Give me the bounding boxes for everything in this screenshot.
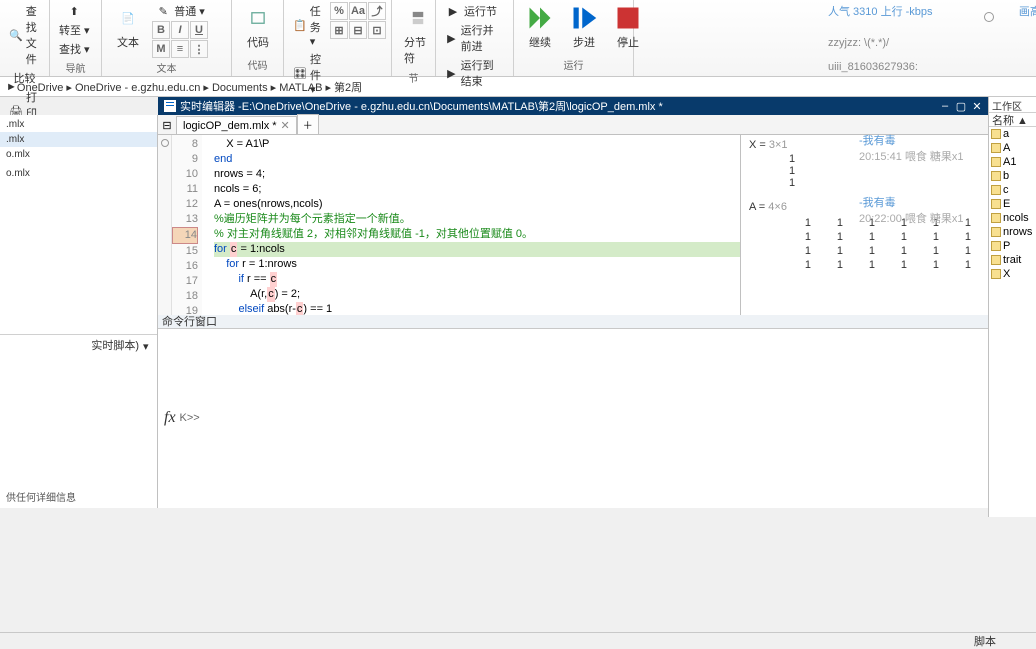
file-item[interactable]: o.mlx (0, 166, 157, 181)
ribbon-group-code: 代码 (238, 55, 277, 74)
stop-icon (614, 4, 642, 32)
workspace-var[interactable]: E (989, 197, 1036, 211)
var-icon (991, 213, 1001, 223)
play-section-icon: ▶ (445, 3, 461, 19)
arrow-up-button[interactable]: ⬆ (63, 2, 85, 20)
new-tab-button[interactable]: ＋ (297, 114, 319, 134)
goto-button[interactable]: 转至 ▾ (56, 21, 93, 39)
code-text[interactable]: X = A1\Pendnrows = 4;ncols = 6;A = ones(… (202, 135, 740, 315)
style-icon: ✎ (155, 3, 171, 19)
document-icon (164, 100, 176, 112)
find-button[interactable]: 查找 ▾ (56, 40, 93, 58)
ribbon-group-section: 节 (398, 68, 429, 87)
output-body[interactable]: X = 3×1111A = 4×611111111111111111111111… (741, 135, 1014, 315)
task-icon: 📋 (293, 18, 307, 34)
var-icon (991, 227, 1001, 237)
insert-grid[interactable]: %Aa⤴ ⊞⊟⊡ (330, 2, 386, 39)
titlebar-prefix: 实时编辑器 - (180, 98, 242, 114)
format-grid[interactable]: BIU M≡⋮ (152, 21, 208, 58)
ribbon-group-nav: 导航 (56, 58, 95, 77)
section-run-icon[interactable] (161, 139, 169, 147)
normal-style-button[interactable]: ✎普通 ▾ (152, 2, 208, 20)
var-icon (991, 241, 1001, 251)
statusbar: 脚本 (0, 632, 1036, 648)
arrow-up-icon: ⬆ (66, 3, 82, 19)
code-button[interactable]: 代码 (238, 2, 278, 52)
file-type-filter[interactable]: 实时脚本) ▾ (0, 334, 157, 355)
file-item[interactable]: .mlx (0, 132, 157, 147)
line-number-gutter: 89101112131415161718192021222324252627 (172, 135, 202, 315)
workspace-var[interactable]: b (989, 169, 1036, 183)
workspace-var[interactable]: A (989, 141, 1036, 155)
var-icon (991, 143, 1001, 153)
breadcrumb[interactable]: ► OneDrive ▸ OneDrive - e.gzhu.edu.cn ▸ … (0, 77, 1036, 97)
file-item[interactable]: .mlx (0, 117, 157, 132)
breadcrumb-fold-icon[interactable]: ► (6, 81, 17, 93)
fx-icon[interactable]: fx (164, 409, 176, 427)
workspace-column-header[interactable]: 名称 ▲ (989, 113, 1036, 127)
current-folder-pane: .mlx.mlxo.mlxo.mlx 实时脚本) ▾ 供任何详细信息 (0, 115, 158, 508)
step-button[interactable]: 步进 (564, 2, 604, 52)
ribbon: 🔍查找文件 比较 🖨打印 ▾ ⬆ 转至 ▾ 查找 ▾ 导航 📄文本 ✎普通 ▾ … (0, 0, 1036, 77)
collapse-tabs-button[interactable]: ⊟ (160, 118, 174, 132)
var-icon (991, 185, 1001, 195)
stop-button[interactable]: 停止 (608, 2, 648, 52)
workspace-var[interactable]: A1 (989, 155, 1036, 169)
find-files-button[interactable]: 🔍查找文件 (6, 2, 43, 68)
section-gutter[interactable] (158, 135, 172, 315)
workspace-pane: 工作区 名称 ▲ aAA1bcEncolsnrowsPtraitX (988, 97, 1036, 517)
section-break-button[interactable]: 分节符 (398, 2, 438, 68)
titlebar-path: E:\OneDrive\OneDrive - e.gzhu.edu.cn\Doc… (242, 98, 663, 114)
workspace-var[interactable]: X (989, 267, 1036, 281)
ribbon-group-runsec (442, 90, 507, 94)
file-item[interactable]: o.mlx (0, 147, 157, 162)
run-to-end-button[interactable]: ▶运行到结束 (442, 56, 507, 90)
text-icon: 📄 (114, 4, 142, 32)
details-placeholder: 供任何详细信息 (0, 485, 157, 508)
chevron-down-icon: ▾ (143, 340, 153, 350)
task-button[interactable]: 📋任务 ▾ (290, 2, 326, 49)
var-icon (991, 269, 1001, 279)
continue-icon (526, 4, 554, 32)
ribbon-group-run: 运行 (520, 55, 627, 74)
var-icon (991, 199, 1001, 209)
ribbon-group-text: 文本 (108, 58, 225, 77)
workspace-var[interactable]: nrows (989, 225, 1036, 239)
file-list[interactable]: .mlx.mlxo.mlxo.mlx (0, 115, 157, 334)
minimize-button[interactable]: ‒ (938, 99, 952, 113)
workspace-var[interactable]: ncols (989, 211, 1036, 225)
maximize-button[interactable]: ▢ (954, 99, 968, 113)
continue-button[interactable]: 继续 (520, 2, 560, 52)
var-icon (991, 129, 1001, 139)
play-end-icon: ▶ (445, 65, 458, 81)
play-advance-icon: ▶ (445, 30, 458, 46)
tab-bar: ⊟ logicOP_dem.mlx * ✕ ＋ (158, 115, 1036, 135)
code-area[interactable]: 89101112131415161718192021222324252627 X… (158, 135, 1036, 315)
workspace-var[interactable]: a (989, 127, 1036, 141)
command-window[interactable]: fx K>> (158, 329, 1036, 509)
workspace-var[interactable]: trait (989, 253, 1036, 267)
editor-titlebar: 实时编辑器 - E:\OneDrive\OneDrive - e.gzhu.ed… (158, 97, 988, 115)
run-section-button[interactable]: ▶运行节 (442, 2, 500, 20)
var-icon (991, 255, 1001, 265)
command-prompt: K>> (180, 412, 200, 424)
command-window-title[interactable]: 命令行窗口 ⊙ (158, 315, 1036, 329)
workspace-list[interactable]: aAA1bcEncolsnrowsPtraitX (989, 127, 1036, 281)
run-advance-button[interactable]: ▶运行并前进 (442, 21, 507, 55)
tab-active[interactable]: logicOP_dem.mlx * ✕ (176, 116, 297, 134)
workspace-var[interactable]: c (989, 183, 1036, 197)
close-button[interactable]: ✕ (970, 99, 984, 113)
var-icon (991, 157, 1001, 167)
var-icon (991, 171, 1001, 181)
step-icon (570, 4, 598, 32)
code-icon (244, 4, 272, 32)
breadcrumb-body[interactable]: OneDrive ▸ OneDrive - e.gzhu.edu.cn ▸ Do… (17, 79, 362, 95)
workspace-var[interactable]: P (989, 239, 1036, 253)
find-files-icon: 🔍 (9, 27, 23, 43)
section-icon (404, 4, 432, 32)
tab-close-icon[interactable]: ✕ (281, 119, 290, 132)
tab-label: logicOP_dem.mlx * (183, 120, 277, 132)
text-button[interactable]: 📄文本 (108, 2, 148, 52)
editor-pane: ⊟ logicOP_dem.mlx * ✕ ＋ 8910111213141516… (158, 115, 1036, 508)
